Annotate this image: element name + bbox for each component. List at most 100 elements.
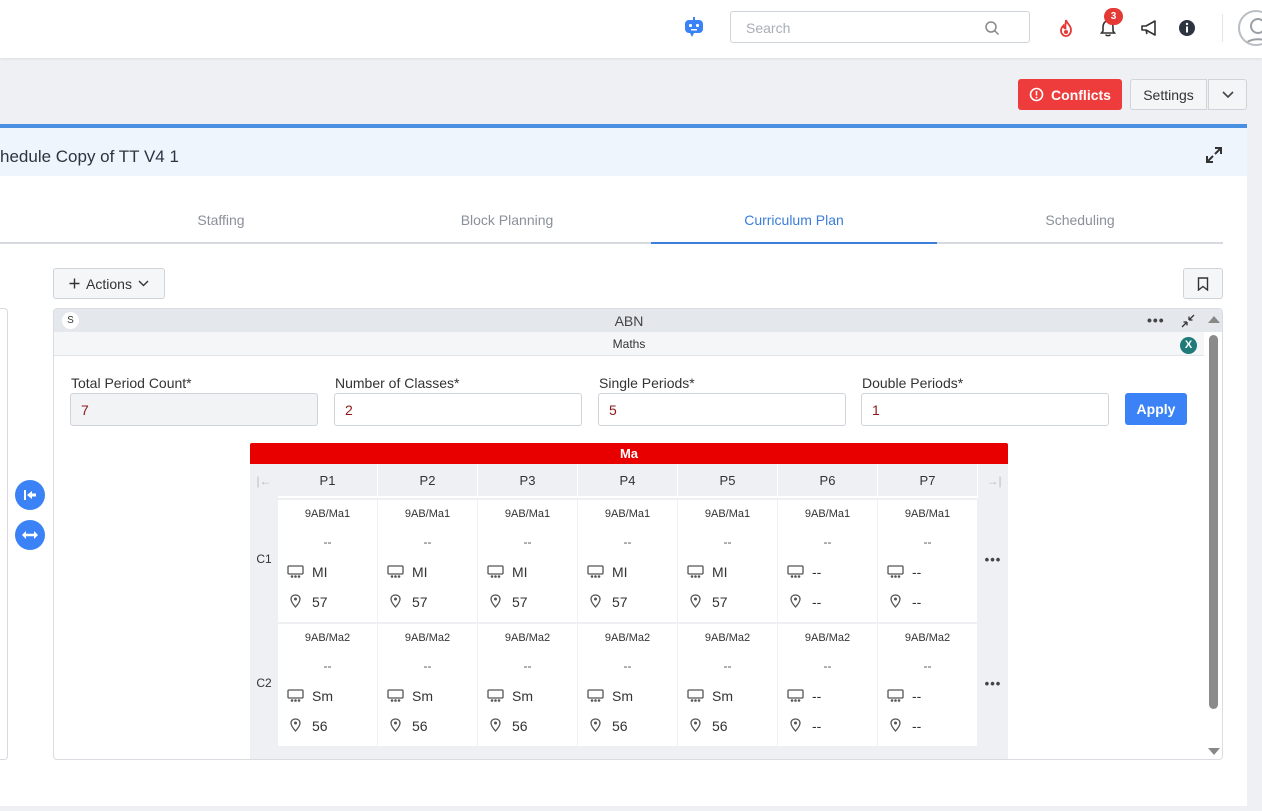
scrollbar-thumb[interactable] <box>1209 335 1218 709</box>
class-row-label: C1 <box>256 552 272 566</box>
room-location-icon <box>790 718 801 732</box>
period-cell[interactable]: 9AB/Ma1 -- MI 57 <box>278 500 377 622</box>
period-header-p3[interactable]: P3 <box>478 464 578 498</box>
period-cell[interactable]: 9AB/Ma2 -- Sm 56 <box>578 624 677 746</box>
scroll-down-arrow-icon[interactable] <box>1208 748 1220 755</box>
tab-block-planning[interactable]: Block Planning <box>364 204 650 244</box>
cell-room: 56 <box>512 718 528 734</box>
room-location-icon <box>590 594 601 608</box>
teacher-icon <box>587 565 604 579</box>
cell-placeholder: -- <box>723 659 732 673</box>
cell-placeholder: -- <box>523 535 532 549</box>
bookmark-icon <box>1197 277 1209 291</box>
period-cell[interactable]: 9AB/Ma2 -- Sm 56 <box>678 624 777 746</box>
teacher-icon <box>487 689 504 703</box>
apply-button[interactable]: Apply <box>1125 393 1187 425</box>
period-cell[interactable]: 9AB/Ma1 -- MI 57 <box>378 500 477 622</box>
period-cell[interactable]: 9AB/Ma2 -- -- -- <box>878 624 977 746</box>
room-location-icon <box>290 718 301 732</box>
tab-bar: Staffing Block Planning Curriculum Plan … <box>0 204 1223 244</box>
subject-card: S ABN ••• Maths X Total Period Count* Nu… <box>53 308 1223 760</box>
top-bar: 3 <box>0 0 1262 58</box>
user-avatar-icon[interactable] <box>1238 10 1262 46</box>
room-location-icon <box>490 718 501 732</box>
grid-subject-header: Ma <box>250 443 1008 464</box>
period-cell[interactable]: 9AB/Ma1 -- -- -- <box>878 500 977 622</box>
conflicts-button[interactable]: Conflicts <box>1018 79 1122 110</box>
expand-width-button[interactable] <box>15 520 45 550</box>
period-cell[interactable]: 9AB/Ma2 -- -- -- <box>778 624 877 746</box>
period-cell[interactable]: 9AB/Ma2 -- Sm 56 <box>478 624 577 746</box>
room-location-icon <box>890 594 901 608</box>
period-cell[interactable]: 9AB/Ma1 -- MI 57 <box>678 500 777 622</box>
period-header-p2[interactable]: P2 <box>378 464 478 498</box>
close-subject-button[interactable]: X <box>1180 337 1197 354</box>
scroll-first-icon[interactable]: |← <box>250 464 278 498</box>
collapse-icon[interactable] <box>1180 313 1196 329</box>
conflicts-label: Conflicts <box>1051 86 1111 103</box>
info-icon[interactable] <box>1177 18 1197 38</box>
tab-staffing[interactable]: Staffing <box>78 204 364 244</box>
cell-room: 56 <box>712 718 728 734</box>
search-input[interactable] <box>746 19 986 37</box>
period-cell[interactable]: 9AB/Ma1 -- MI 57 <box>578 500 677 622</box>
tab-scheduling[interactable]: Scheduling <box>937 204 1223 244</box>
cell-teacher: Sm <box>412 688 433 704</box>
scroll-last-icon[interactable]: →| <box>980 464 1008 498</box>
settings-button[interactable]: Settings <box>1130 79 1207 110</box>
single-periods-label: Single Periods* <box>599 375 695 391</box>
cell-room: -- <box>812 594 822 610</box>
room-location-icon <box>690 594 701 608</box>
expand-icon[interactable] <box>1205 146 1223 164</box>
search-icon[interactable] <box>984 20 1000 36</box>
cell-teacher: -- <box>812 688 822 704</box>
classes-field[interactable] <box>334 393 582 426</box>
period-header-p6[interactable]: P6 <box>778 464 878 498</box>
search-box[interactable] <box>730 11 1030 43</box>
period-header-p4[interactable]: P4 <box>578 464 678 498</box>
room-location-icon <box>690 718 701 732</box>
cell-class-code: 9AB/Ma1 <box>404 508 451 520</box>
total-period-field[interactable] <box>70 393 318 426</box>
single-periods-field[interactable] <box>598 393 846 426</box>
teacher-icon <box>387 689 404 703</box>
cell-placeholder: -- <box>323 535 332 549</box>
period-header-p5[interactable]: P5 <box>678 464 778 498</box>
bookmark-button[interactable] <box>1183 268 1223 299</box>
card-more-menu[interactable]: ••• <box>1147 312 1165 328</box>
actions-button[interactable]: Actions <box>53 268 165 299</box>
class-row-label: C2 <box>256 676 272 690</box>
megaphone-icon[interactable] <box>1140 18 1160 38</box>
card-header: S ABN ••• <box>54 309 1222 332</box>
cell-class-code: 9AB/Ma1 <box>904 508 951 520</box>
cell-room: -- <box>812 718 822 734</box>
cell-room: 57 <box>412 594 428 610</box>
room-location-icon <box>790 594 801 608</box>
tab-curriculum-plan[interactable]: Curriculum Plan <box>651 204 937 244</box>
cell-class-code: 9AB/Ma2 <box>904 632 951 644</box>
vertical-scrollbar[interactable] <box>1205 311 1222 759</box>
cell-room: 57 <box>312 594 328 610</box>
period-header-p7[interactable]: P7 <box>878 464 978 498</box>
double-periods-field[interactable] <box>861 393 1109 426</box>
period-cell[interactable]: 9AB/Ma1 -- MI 57 <box>478 500 577 622</box>
fire-icon[interactable] <box>1056 18 1076 38</box>
row-more-menu[interactable]: ••• <box>978 552 1008 567</box>
period-cell[interactable]: 9AB/Ma2 -- Sm 56 <box>378 624 477 746</box>
cell-placeholder: -- <box>423 659 432 673</box>
cell-class-code: 9AB/Ma2 <box>604 632 651 644</box>
cell-room: 56 <box>612 718 628 734</box>
period-cell[interactable]: 9AB/Ma1 -- -- -- <box>778 500 877 622</box>
cell-class-code: 9AB/Ma2 <box>404 632 451 644</box>
plus-icon <box>69 278 80 289</box>
cell-class-code: 9AB/Ma1 <box>604 508 651 520</box>
cell-room: 57 <box>512 594 528 610</box>
period-cell[interactable]: 9AB/Ma2 -- Sm 56 <box>278 624 377 746</box>
collapse-left-button[interactable] <box>15 480 45 510</box>
settings-dropdown-button[interactable] <box>1208 79 1247 110</box>
row-more-menu[interactable]: ••• <box>978 676 1008 691</box>
scroll-up-arrow-icon[interactable] <box>1208 316 1220 323</box>
period-header-p1[interactable]: P1 <box>278 464 378 498</box>
subject-row: Maths <box>54 332 1204 356</box>
robot-icon[interactable] <box>683 16 705 38</box>
